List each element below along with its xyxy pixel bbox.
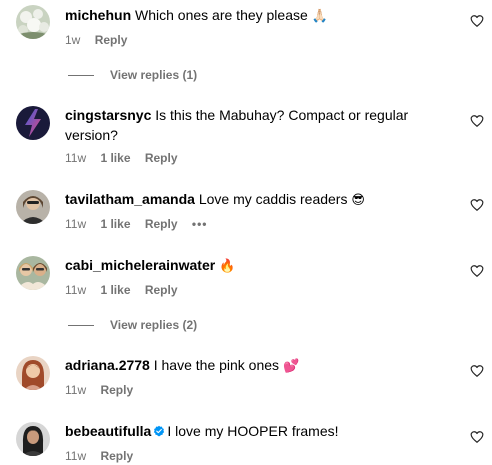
- view-replies-button[interactable]: View replies (2): [68, 317, 197, 333]
- avatar[interactable]: [16, 356, 50, 390]
- username[interactable]: cingstarsnyc: [65, 107, 151, 123]
- reply-button[interactable]: Reply: [145, 217, 178, 231]
- timestamp[interactable]: 1w: [65, 33, 80, 47]
- comment-meta: 11w Reply: [65, 448, 144, 464]
- person-photo-icon: [16, 356, 50, 390]
- comment-body: I love my HOOPER frames!: [167, 423, 339, 439]
- reply-button[interactable]: Reply: [100, 383, 133, 397]
- comment-text: cingstarsnyc Is this the Mabuhay? Compac…: [65, 105, 435, 145]
- heart-outline-icon[interactable]: [470, 14, 484, 28]
- timestamp[interactable]: 11w: [65, 383, 86, 397]
- comment-meta: 11w 1 like Reply: [65, 150, 189, 166]
- emoji: 😎: [351, 193, 365, 208]
- heart-outline-icon[interactable]: [470, 264, 484, 278]
- heart-outline-icon[interactable]: [470, 114, 484, 128]
- like-count[interactable]: 1 like: [100, 283, 130, 297]
- verified-badge-icon: [154, 425, 165, 437]
- person-photo-icon: [16, 422, 50, 456]
- emoji: 🙏🏻: [311, 9, 328, 24]
- comment-body: I have the pink ones: [153, 357, 280, 373]
- comment-text: michehun Which ones are they please 🙏🏻: [65, 5, 435, 27]
- username[interactable]: michehun: [65, 7, 131, 23]
- white-flowers-photo-icon: [16, 5, 50, 39]
- username[interactable]: bebeautifulla: [65, 423, 151, 439]
- comment-text: tavilatham_amanda Love my caddis readers…: [65, 189, 435, 211]
- timestamp[interactable]: 11w: [65, 217, 86, 231]
- group-photo-icon: [16, 256, 50, 290]
- reply-button[interactable]: Reply: [100, 449, 133, 463]
- comment-text: cabi_michelerainwater 🔥: [65, 255, 435, 277]
- comment-body: Which ones are they please: [135, 7, 308, 23]
- avatar[interactable]: [16, 5, 50, 39]
- timestamp[interactable]: 11w: [65, 151, 86, 165]
- heart-outline-icon[interactable]: [470, 430, 484, 444]
- person-photo-icon: [16, 190, 50, 224]
- comment-meta: 11w Reply: [65, 382, 144, 398]
- username[interactable]: adriana.2778: [65, 357, 150, 373]
- divider: [68, 325, 94, 327]
- comment-body: Love my caddis readers: [198, 191, 348, 207]
- comment-meta: 11w 1 like Reply •••: [65, 216, 218, 232]
- emoji: 🔥: [219, 259, 236, 274]
- timestamp[interactable]: 11w: [65, 283, 86, 297]
- comment-text: adriana.2778 I have the pink ones 💕: [65, 355, 435, 377]
- avatar[interactable]: [16, 256, 50, 290]
- divider: [68, 75, 94, 77]
- emoji: 💕: [282, 359, 300, 374]
- comment-meta: 1w Reply: [65, 32, 138, 48]
- avatar[interactable]: [16, 106, 50, 140]
- reply-button[interactable]: Reply: [145, 151, 178, 165]
- avatar[interactable]: [16, 422, 50, 456]
- comment-text: bebeautifulla I love my HOOPER frames!: [65, 421, 435, 441]
- comment-meta: 11w 1 like Reply: [65, 282, 189, 298]
- timestamp[interactable]: 11w: [65, 449, 86, 463]
- username[interactable]: cabi_michelerainwater: [65, 257, 215, 273]
- reply-button[interactable]: Reply: [95, 33, 128, 47]
- like-count[interactable]: 1 like: [100, 217, 130, 231]
- view-replies-label: View replies (1): [110, 68, 198, 82]
- lightning-bolt-logo-icon: [16, 106, 50, 140]
- view-replies-button[interactable]: View replies (1): [68, 67, 197, 83]
- like-count[interactable]: 1 like: [100, 151, 130, 165]
- reply-button[interactable]: Reply: [145, 283, 178, 297]
- heart-outline-icon[interactable]: [470, 364, 484, 378]
- avatar[interactable]: [16, 190, 50, 224]
- more-options-icon[interactable]: •••: [192, 217, 208, 231]
- username[interactable]: tavilatham_amanda: [65, 191, 195, 207]
- comments-list: michehun Which ones are they please 🙏🏻 1…: [0, 0, 492, 465]
- view-replies-label: View replies (2): [110, 318, 198, 332]
- heart-outline-icon[interactable]: [470, 198, 484, 212]
